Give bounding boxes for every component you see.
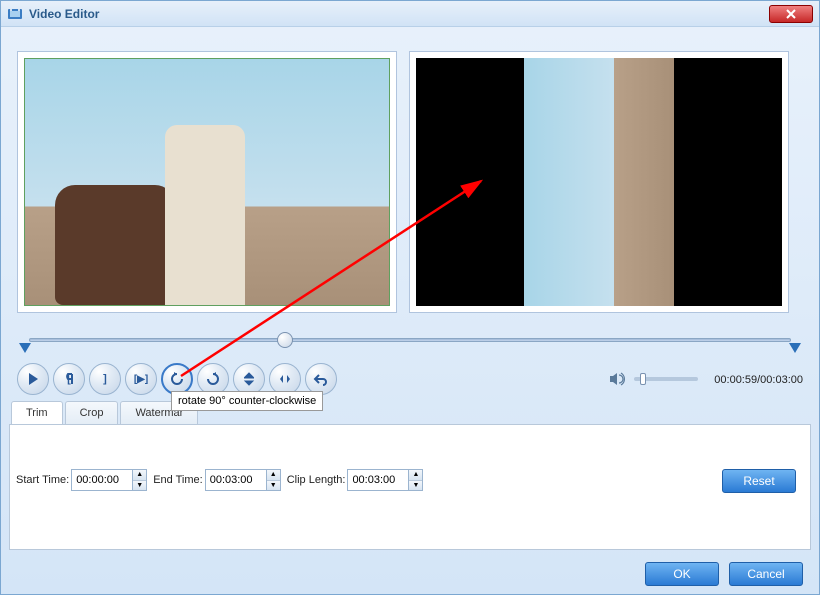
end-time-input[interactable]	[206, 470, 266, 490]
tab-trim[interactable]: Trim	[11, 401, 63, 424]
ok-button[interactable]: OK	[645, 562, 719, 586]
flip-vertical-icon	[241, 371, 257, 387]
cancel-button[interactable]: Cancel	[729, 562, 803, 586]
footer-buttons: OK Cancel	[645, 562, 803, 586]
window-title: Video Editor	[29, 7, 769, 21]
time-readout: 00:00:59/00:03:00	[714, 372, 803, 386]
spin-down[interactable]: ▼	[133, 481, 146, 491]
timeline-playhead[interactable]	[277, 332, 293, 348]
start-time-input[interactable]	[72, 470, 132, 490]
close-button[interactable]	[769, 5, 813, 23]
original-video-frame	[24, 58, 390, 306]
clip-length-input[interactable]	[348, 470, 408, 490]
play-segment-button[interactable]: [▶]	[125, 363, 157, 395]
rotate-cw-icon	[205, 371, 221, 387]
tabs: Trim Crop Watermar	[11, 401, 819, 424]
mark-out-button[interactable]: ]	[89, 363, 121, 395]
volume-slider[interactable]	[634, 377, 698, 381]
play-icon	[25, 371, 41, 387]
mark-in-button[interactable]: [	[53, 363, 85, 395]
start-time-spinbox[interactable]: ▲▼	[71, 469, 147, 491]
clip-length-label: Clip Length:	[287, 474, 346, 486]
play-button[interactable]	[17, 363, 49, 395]
end-time-label: End Time:	[153, 474, 203, 486]
time-total: 00:03:00	[760, 374, 803, 386]
spin-up[interactable]: ▲	[409, 470, 422, 481]
spin-down[interactable]: ▼	[409, 481, 422, 491]
flip-horizontal-icon	[277, 371, 293, 387]
timeline-out-marker[interactable]	[789, 343, 801, 353]
output-video-frame	[524, 58, 674, 306]
undo-icon	[313, 371, 329, 387]
clip-length-spinbox[interactable]: ▲▼	[347, 469, 423, 491]
titlebar: Video Editor	[1, 1, 819, 27]
tab-crop[interactable]: Crop	[65, 401, 119, 424]
volume-thumb[interactable]	[640, 373, 646, 385]
rotate-ccw-icon	[169, 371, 185, 387]
timeline[interactable]	[19, 329, 801, 351]
end-time-spinbox[interactable]: ▲▼	[205, 469, 281, 491]
reset-button[interactable]: Reset	[722, 469, 796, 493]
timeline-track[interactable]	[29, 338, 791, 342]
spin-down[interactable]: ▼	[267, 481, 280, 491]
close-icon	[783, 6, 799, 22]
controls-row: [ ] [▶] rotate 90° counter-clockwise 00:…	[1, 363, 819, 401]
time-current: 00:00:59	[714, 374, 757, 386]
volume-icon[interactable]	[608, 370, 626, 388]
preview-output	[409, 51, 789, 313]
spin-up[interactable]: ▲	[133, 470, 146, 481]
preview-original	[17, 51, 397, 313]
trim-panel: Start Time: ▲▼ End Time: ▲▼ Clip Length:…	[9, 424, 811, 550]
spin-up[interactable]: ▲	[267, 470, 280, 481]
tooltip: rotate 90° counter-clockwise	[171, 391, 323, 411]
start-time-label: Start Time:	[16, 474, 69, 486]
trim-fields: Start Time: ▲▼ End Time: ▲▼ Clip Length:…	[12, 469, 800, 491]
preview-row	[1, 27, 819, 323]
app-icon	[7, 6, 23, 22]
timeline-in-marker[interactable]	[19, 343, 31, 353]
